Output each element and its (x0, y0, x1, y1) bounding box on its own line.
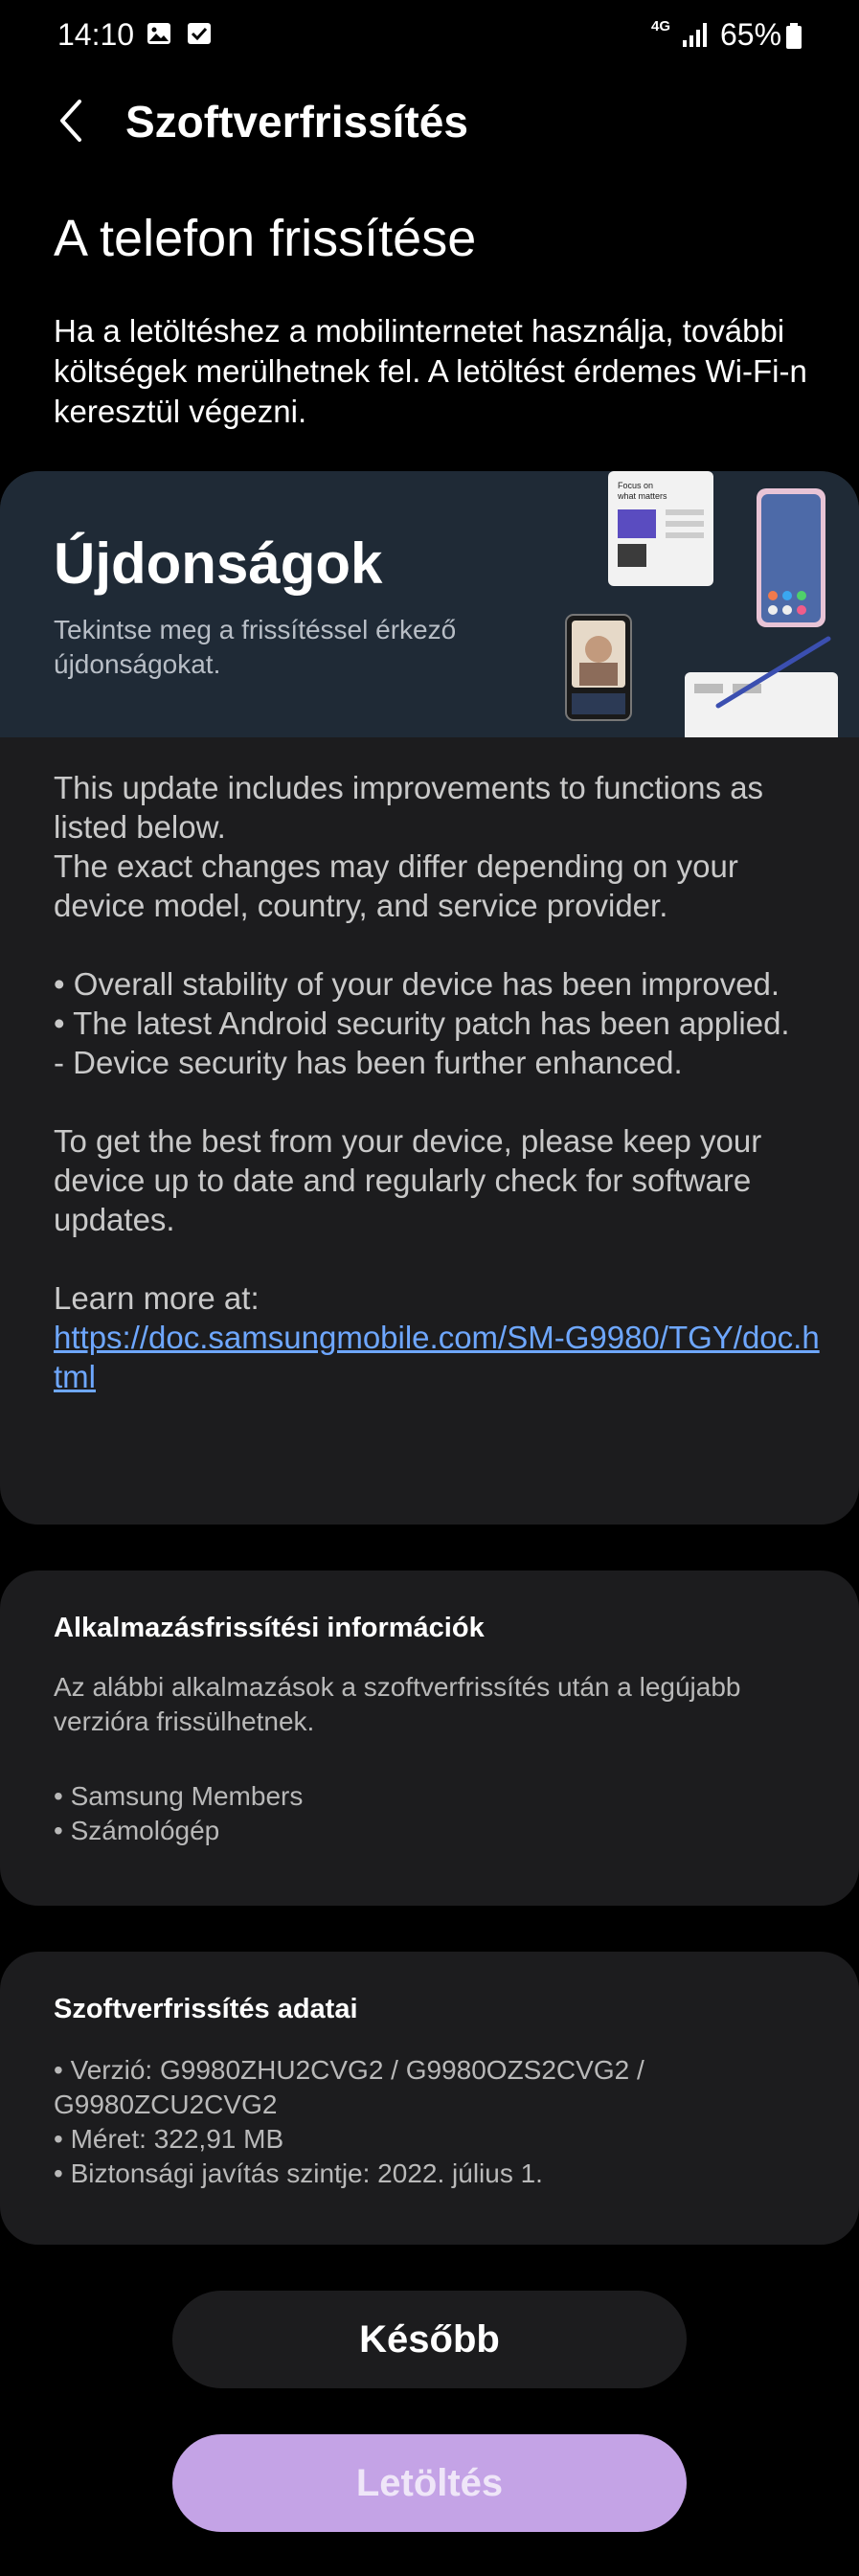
svg-text:what matters: what matters (617, 491, 667, 501)
section-heading: A telefon frissítése (54, 210, 477, 267)
update-details-card: Szoftverfrissítés adatai • Verzió: G9980… (0, 1952, 859, 2245)
whats-new-title: Újdonságok (54, 531, 383, 596)
list-item: • Számológép (54, 1816, 220, 1845)
notes-disclaimer: The exact changes may differ depending o… (54, 848, 738, 923)
whats-new-card: Újdonságok Tekintse meg a frissítéssel é… (0, 471, 859, 1525)
notes-intro: This update includes improvements to fun… (54, 770, 764, 845)
size-info: • Méret: 322,91 MB (54, 2124, 284, 2154)
chevron-left-icon (60, 100, 81, 142)
learn-more-label: Learn more at: (54, 1280, 260, 1316)
version-info: • Verzió: G9980ZHU2CVG2 / G9980OZS2CVG2 … (54, 2055, 644, 2119)
release-notes-link[interactable]: https://doc.samsungmobile.com/SM-G9980/T… (54, 1320, 820, 1394)
app-update-info-card: Alkalmazásfrissítési információk Az aláb… (0, 1570, 859, 1906)
release-notes: This update includes improvements to fun… (54, 768, 820, 1396)
notes-bullet: - Device security has been further enhan… (54, 1045, 683, 1080)
update-details-list: • Verzió: G9980ZHU2CVG2 / G9980OZS2CVG2 … (54, 2053, 743, 2191)
update-details-title: Szoftverfrissítés adatai (54, 1994, 358, 2024)
network-type-icon: 4G (651, 18, 671, 34)
notes-bullet: • Overall stability of your device has b… (54, 966, 780, 1002)
app-list: • Samsung Members • Számológép (54, 1779, 820, 1848)
list-item: • Samsung Members (54, 1781, 304, 1811)
status-time: 14:10 (57, 17, 135, 52)
page-title: Szoftverfrissítés (125, 97, 468, 147)
status-bar: 14:10 4G 65% (0, 0, 859, 77)
signal-icon (682, 21, 711, 53)
back-button[interactable] (42, 92, 100, 149)
check-box-icon (187, 21, 212, 51)
later-button[interactable]: Később (172, 2291, 687, 2388)
security-patch-info: • Biztonsági javítás szintje: 2022. júli… (54, 2158, 543, 2188)
devices-illustration: Focus on what matters (565, 471, 838, 737)
notes-advice: To get the best from your device, please… (54, 1123, 762, 1237)
download-button[interactable]: Letöltés (172, 2434, 687, 2532)
app-bar: Szoftverfrissítés (0, 86, 859, 163)
battery-percentage: 65% (720, 17, 782, 52)
battery-icon (785, 23, 802, 55)
app-update-info-title: Alkalmazásfrissítési információk (54, 1613, 485, 1643)
svg-text:Focus on: Focus on (618, 481, 653, 490)
gallery-icon (147, 21, 171, 51)
notes-bullet: • The latest Android security patch has … (54, 1006, 790, 1041)
app-update-info-text: Az alábbi alkalmazások a szoftverfrissít… (54, 1672, 741, 1736)
whats-new-banner[interactable]: Újdonságok Tekintse meg a frissítéssel é… (0, 471, 859, 737)
intro-text: Ha a letöltéshez a mobilinternetet haszn… (54, 313, 807, 429)
whats-new-subtitle: Tekintse meg a frissítéssel érkező újdon… (54, 615, 457, 679)
